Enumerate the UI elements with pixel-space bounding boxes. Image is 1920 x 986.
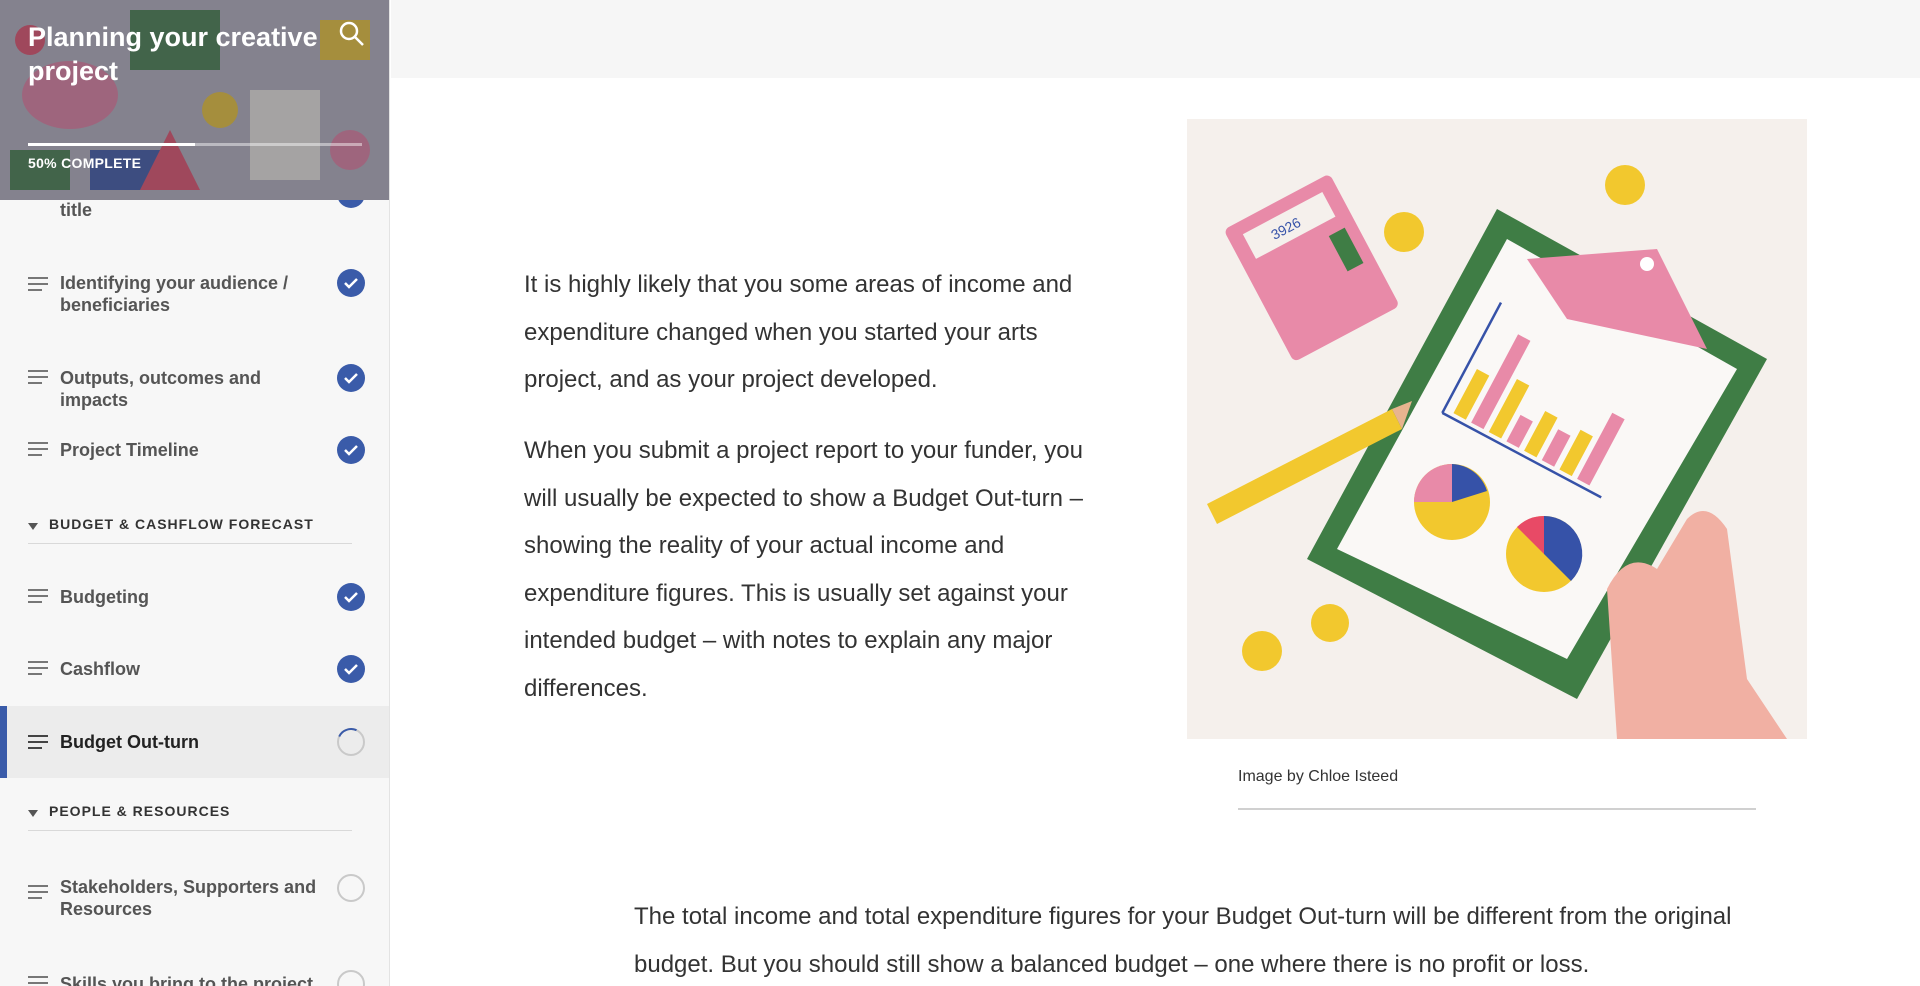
search-icon xyxy=(339,21,364,46)
lesson-item-budget-out-turn[interactable]: Budget Out-turn xyxy=(0,706,389,778)
complete-check-icon xyxy=(337,655,365,683)
lesson-item-timeline[interactable]: Project Timeline xyxy=(0,428,389,472)
course-title: Planning your creative project xyxy=(28,22,318,86)
sidebar: title Identifying your audience / benefi… xyxy=(0,0,390,986)
caret-down-icon xyxy=(28,523,38,530)
lesson-item-audience[interactable]: Identifying your audience / beneficiarie… xyxy=(0,260,389,330)
lesson-item-cashflow[interactable]: Cashflow xyxy=(0,647,389,691)
lesson-lines-icon xyxy=(28,277,48,293)
active-indicator xyxy=(0,706,7,778)
lesson-item-label: Stakeholders, Supporters and Resources xyxy=(60,877,317,919)
lesson-item-label: title xyxy=(60,200,93,220)
course-header: Planning your creative project 50% COMPL… xyxy=(0,0,389,200)
course-progress-fill xyxy=(28,143,195,146)
lesson-item-label: Outputs, outcomes and impacts xyxy=(60,368,262,410)
lesson-lines-icon xyxy=(28,735,48,751)
image-caption: Image by Chloe Isteed xyxy=(1238,768,1399,785)
lesson-item-label: Budget Out-turn xyxy=(60,732,199,752)
lesson-item-label: Cashflow xyxy=(60,659,141,679)
lesson-lines-icon xyxy=(28,661,48,677)
in-progress-icon xyxy=(337,728,365,756)
budget-illustration: 3926 xyxy=(1187,119,1807,739)
complete-check-icon xyxy=(337,364,365,392)
lesson-lines-icon xyxy=(28,370,48,386)
course-progress-label: 50% COMPLETE xyxy=(28,155,142,171)
caret-down-icon xyxy=(28,810,38,817)
lesson-item-outputs[interactable]: Outputs, outcomes and impacts xyxy=(0,356,389,410)
complete-check-icon xyxy=(337,436,365,464)
search-button[interactable] xyxy=(336,18,368,50)
lesson-lines-icon xyxy=(28,589,48,605)
lesson-item-skills[interactable]: Skills you bring to the project xyxy=(0,962,389,986)
lesson-item-stakeholders[interactable]: Stakeholders, Supporters and Resources xyxy=(0,868,389,938)
lesson-lines-icon xyxy=(28,442,48,458)
complete-check-icon xyxy=(337,583,365,611)
section-label: PEOPLE & RESOURCES xyxy=(49,803,231,819)
lesson-lines-icon xyxy=(28,976,48,986)
caption-divider xyxy=(1238,808,1756,810)
body-paragraph-3: The total income and total expenditure f… xyxy=(634,903,1732,978)
lesson-lines-icon xyxy=(28,885,48,901)
top-bar xyxy=(391,0,1920,78)
complete-check-icon xyxy=(337,269,365,297)
body-paragraph-1: It is highly likely that you some areas … xyxy=(524,271,1073,393)
lesson-item-label: Budgeting xyxy=(60,587,149,607)
not-started-icon xyxy=(337,970,365,986)
not-started-icon xyxy=(337,874,365,902)
section-label: BUDGET & CASHFLOW FORECAST xyxy=(49,516,314,532)
lesson-item-budgeting[interactable]: Budgeting xyxy=(0,575,389,619)
lesson-item-label: Project Timeline xyxy=(60,440,199,460)
section-people-resources[interactable]: PEOPLE & RESOURCES xyxy=(28,801,352,831)
course-progress-bar xyxy=(28,143,362,146)
lesson-item-label: Identifying your audience / beneficiarie… xyxy=(60,273,289,315)
lesson-item-label: Skills you bring to the project xyxy=(60,974,314,986)
body-paragraph-2: When you submit a project report to your… xyxy=(524,437,1083,702)
section-budget-cashflow[interactable]: BUDGET & CASHFLOW FORECAST xyxy=(28,514,352,544)
lesson-image: 3926 xyxy=(1187,119,1807,739)
